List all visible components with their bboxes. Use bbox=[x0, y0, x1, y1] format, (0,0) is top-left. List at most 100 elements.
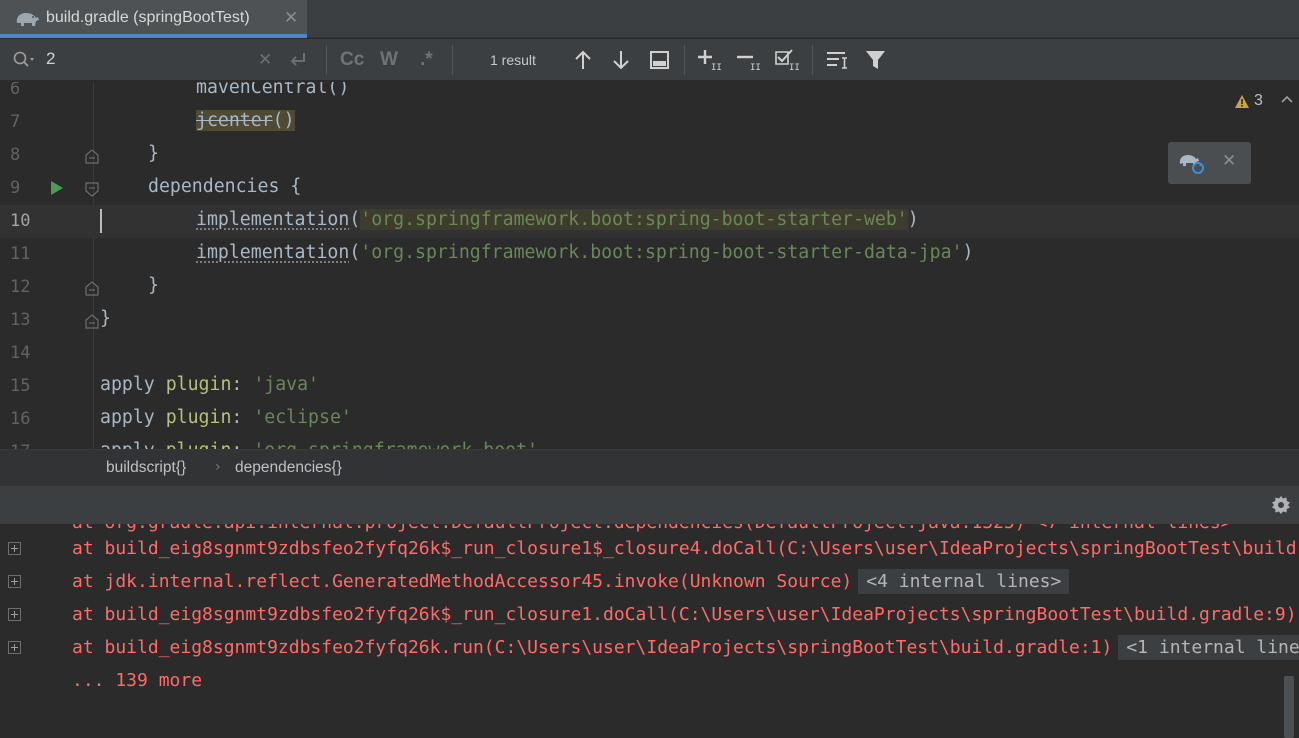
code-text: } bbox=[148, 275, 159, 296]
line-number: 10 bbox=[10, 211, 31, 231]
line-number: 14 bbox=[10, 343, 31, 363]
string-literal: 'org.springframework.boot:spring-boot-st… bbox=[360, 209, 908, 230]
words-button[interactable]: W bbox=[380, 47, 398, 73]
line-number: 9 bbox=[10, 178, 21, 198]
console-scrollbar[interactable] bbox=[1284, 676, 1294, 738]
deprecated-call: jcenter bbox=[196, 110, 273, 131]
line-number: 12 bbox=[10, 277, 31, 297]
editor-tab-bar: build.gradle (springBootTest) ✕ bbox=[0, 0, 1299, 38]
gradle-reload-icon[interactable] bbox=[1178, 151, 1206, 175]
code-punct: : bbox=[231, 374, 254, 395]
code-line: 17 apply plugin: 'org.springframework.bo… bbox=[0, 436, 1299, 449]
toolbar-separator bbox=[812, 45, 813, 75]
multiline-icon[interactable] bbox=[824, 48, 850, 72]
string-literal: 'org.springframework.boot:spring-boot-st… bbox=[360, 242, 963, 263]
expand-icon[interactable] bbox=[8, 575, 21, 588]
gradle-elephant-icon bbox=[16, 13, 39, 26]
text-caret bbox=[100, 209, 102, 233]
warning-icon bbox=[1235, 94, 1249, 108]
named-arg: plugin bbox=[165, 407, 232, 428]
line-number: 8 bbox=[10, 145, 21, 165]
code-text: apply plugin: 'java' bbox=[100, 374, 319, 395]
code-line: 13 } bbox=[0, 304, 1299, 337]
search-input[interactable] bbox=[46, 48, 246, 70]
tab-build-gradle[interactable]: build.gradle (springBootTest) ✕ bbox=[0, 0, 307, 38]
fold-marker-icon[interactable] bbox=[85, 281, 99, 296]
line-number: 7 bbox=[10, 112, 21, 132]
regex-button[interactable]: .* bbox=[420, 47, 433, 73]
inspection-widget[interactable]: 3 bbox=[1234, 92, 1263, 110]
gear-icon[interactable] bbox=[1271, 495, 1291, 515]
run-gutter-icon[interactable] bbox=[50, 180, 64, 196]
clear-search-icon[interactable]: ✕ bbox=[258, 47, 272, 73]
stacktrace-text[interactable]: at build_eig8sgnmt9zdbsfeo2fyfq26k.run(C… bbox=[72, 635, 1299, 660]
select-all-icon[interactable]: II bbox=[774, 48, 800, 72]
fold-marker-icon[interactable] bbox=[85, 182, 99, 197]
svg-text:II: II bbox=[711, 63, 722, 72]
new-line-icon[interactable] bbox=[288, 50, 312, 70]
chevron-up-icon[interactable] bbox=[1280, 94, 1294, 104]
string-literal: 'org.springframework.boot' bbox=[253, 440, 538, 449]
breadcrumb-item[interactable]: dependencies{} bbox=[235, 459, 342, 477]
expand-icon[interactable] bbox=[8, 542, 21, 555]
expand-icon[interactable] bbox=[8, 641, 21, 654]
code-editor[interactable]: 6 mavenCentral() 7 jcenter() 8 } 9 depen… bbox=[0, 82, 1299, 449]
internal-lines-chip[interactable]: <4 internal lines> bbox=[858, 569, 1070, 594]
code-paren: ( bbox=[349, 242, 361, 263]
code-text: apply plugin: 'eclipse' bbox=[100, 407, 352, 428]
code-keyword: apply bbox=[100, 407, 166, 428]
line-number: 15 bbox=[10, 376, 31, 396]
code-text: } bbox=[100, 308, 111, 329]
code-line: 15 apply plugin: 'java' bbox=[0, 370, 1299, 403]
toolbar-separator bbox=[326, 45, 327, 75]
code-text: } bbox=[148, 143, 159, 164]
breadcrumb: buildscript{} › dependencies{} bbox=[0, 449, 1299, 486]
console-output[interactable]: at org.gradle.api.internal.project.Defau… bbox=[0, 524, 1299, 738]
stacktrace-text[interactable]: at build_eig8sgnmt9zdbsfeo2fyfq26k$_run_… bbox=[72, 604, 1297, 625]
code-line: 7 jcenter() bbox=[0, 106, 1299, 139]
match-case-button[interactable]: Cc bbox=[340, 47, 364, 73]
add-selection-icon[interactable]: II bbox=[696, 48, 722, 72]
load-gradle-changes-popup: ✕ bbox=[1168, 142, 1251, 184]
code-punct: : bbox=[231, 407, 254, 428]
method-name: implementation bbox=[196, 209, 350, 230]
stacktrace-text[interactable]: at jdk.internal.reflect.GeneratedMethodA… bbox=[72, 569, 1070, 594]
search-icon[interactable] bbox=[12, 50, 36, 70]
warning-count: 3 bbox=[1254, 92, 1263, 109]
internal-lines-chip[interactable]: <1 internal line> bbox=[1118, 635, 1299, 660]
line-number: 6 bbox=[10, 82, 21, 99]
expand-icon[interactable] bbox=[8, 608, 21, 621]
named-arg: plugin bbox=[166, 440, 232, 449]
code-line: 8 } bbox=[0, 139, 1299, 172]
stacktrace-frame: at build_eig8sgnmt9zdbsfeo2fyfq26k.run(C… bbox=[72, 637, 1113, 658]
unselect-occurrence-icon[interactable]: II bbox=[735, 48, 761, 72]
stacktrace-line: at build_eig8sgnmt9zdbsfeo2fyfq26k.run(C… bbox=[0, 632, 1299, 665]
code-line: 12 } bbox=[0, 271, 1299, 304]
stacktrace-frame: at jdk.internal.reflect.GeneratedMethodA… bbox=[72, 571, 853, 592]
fold-marker-icon[interactable] bbox=[85, 149, 99, 164]
code-line: 11 implementation('org.springframework.b… bbox=[0, 238, 1299, 271]
line-number: 16 bbox=[10, 409, 31, 429]
string-literal: 'eclipse' bbox=[253, 407, 352, 428]
code-text: implementation('org.springframework.boot… bbox=[196, 209, 919, 230]
tab-title: build.gradle (springBootTest) bbox=[46, 9, 250, 26]
tab-close-icon[interactable]: ✕ bbox=[284, 8, 298, 28]
filter-icon[interactable] bbox=[863, 48, 889, 72]
code-paren: ( bbox=[349, 209, 361, 230]
code-text: apply plugin: 'org.springframework.boot' bbox=[100, 440, 538, 449]
console-toolbar bbox=[0, 486, 1299, 524]
arrow-up-icon[interactable] bbox=[570, 48, 596, 72]
stacktrace-text[interactable]: at build_eig8sgnmt9zdbsfeo2fyfq26k$_run_… bbox=[72, 538, 1299, 559]
more-lines-text: ... 139 more bbox=[72, 670, 203, 691]
select-all-occurrences-icon[interactable] bbox=[647, 48, 673, 72]
svg-text:II: II bbox=[789, 63, 800, 72]
arrow-down-icon[interactable] bbox=[608, 48, 634, 72]
string-literal: 'java' bbox=[253, 374, 320, 395]
console-line-cut: at org.gradle.api.internal.project.Defau… bbox=[72, 524, 1232, 533]
code-text: implementation('org.springframework.boot… bbox=[196, 242, 973, 263]
breadcrumb-item[interactable]: buildscript{} bbox=[106, 459, 186, 477]
fold-marker-icon[interactable] bbox=[85, 314, 99, 329]
method-name: implementation bbox=[196, 242, 350, 263]
toolbar-separator bbox=[684, 45, 685, 75]
close-icon[interactable]: ✕ bbox=[1222, 151, 1236, 171]
